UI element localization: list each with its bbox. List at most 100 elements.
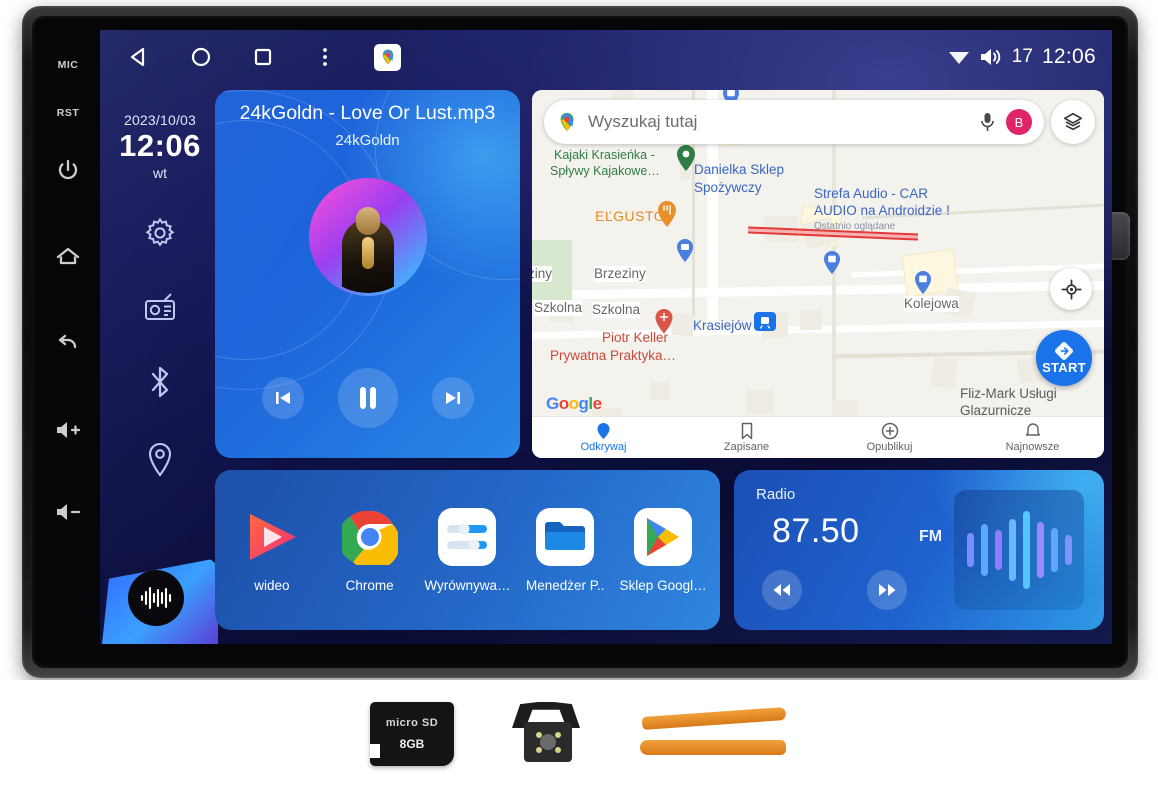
- reset-hardkey[interactable]: RST: [46, 94, 90, 132]
- map-search-bar[interactable]: Wyszukaj tutaj B: [544, 100, 1044, 144]
- statusbar-maps-shortcut[interactable]: [374, 43, 401, 71]
- mic-hardkey-label: MIC: [57, 59, 79, 71]
- app-label: Chrome: [345, 577, 394, 593]
- radio-frequency: 87.50: [772, 512, 860, 550]
- volume-down-hardkey[interactable]: [46, 490, 90, 534]
- radio-next-button[interactable]: [867, 570, 907, 610]
- map-poi-pin[interactable]: [913, 270, 933, 301]
- android-nav-buttons: [126, 30, 401, 84]
- app-shortcut-video[interactable]: wideo: [226, 508, 318, 593]
- file-manager-icon: [536, 507, 595, 566]
- statusbar-clock: 12:06: [1041, 45, 1096, 68]
- app-label: Wyrównywa…: [424, 577, 511, 593]
- mic-hardkey[interactable]: MIC: [46, 46, 90, 84]
- video-player-icon: [243, 508, 301, 566]
- apps-dock: wideo Chrome Wyrównywa… Menedżer P.. Skl…: [215, 470, 720, 630]
- bluetooth-icon: [151, 366, 169, 397]
- trim-tool: [641, 706, 787, 731]
- nav-overflow-button[interactable]: [312, 44, 338, 70]
- shop-pin-icon: [824, 251, 840, 274]
- now-playing-card[interactable]: 24kGoldn - Love Or Lust.mp3 24kGoldn: [215, 90, 520, 458]
- previous-track-button[interactable]: [261, 377, 304, 419]
- avatar[interactable]: B: [1006, 109, 1032, 135]
- google-maps-icon: [382, 49, 393, 65]
- accessories-strip: micro SD 8GB: [0, 680, 1158, 788]
- status-indicators: 17 12:06: [948, 30, 1096, 84]
- audio-waveform-icon: [140, 586, 172, 610]
- map-tab-updates[interactable]: Najnowsze: [961, 422, 1104, 453]
- map-layers-button[interactable]: [1051, 100, 1095, 144]
- next-track-button[interactable]: [431, 377, 474, 419]
- play-pause-button[interactable]: [337, 368, 398, 428]
- video-player-icon: [249, 513, 296, 560]
- map-poi-pin[interactable]: [656, 200, 678, 233]
- volume-down-icon: [57, 504, 81, 520]
- map-tab-label: Odkrywaj: [580, 441, 627, 453]
- app-shortcut-play-store[interactable]: Sklep Googl…: [617, 507, 709, 593]
- map-start-navigation-button[interactable]: START: [1036, 330, 1092, 386]
- rewind-icon: [773, 584, 790, 596]
- nav-recents-button[interactable]: [250, 44, 276, 70]
- map-search-input[interactable]: Wyszukaj tutaj: [588, 112, 979, 132]
- plus-circle-icon: [881, 422, 898, 440]
- power-hardkey[interactable]: [46, 148, 90, 192]
- pause-icon: [359, 387, 376, 409]
- map-poi-pin[interactable]: [675, 144, 697, 177]
- radio-prev-button[interactable]: [762, 570, 802, 610]
- train-icon: [759, 316, 771, 329]
- home-circle-icon: [191, 47, 211, 67]
- map-tab-label: Zapisane: [723, 441, 770, 453]
- volume-level: 17: [1011, 46, 1033, 67]
- map-poi-pin[interactable]: [822, 250, 842, 281]
- map-tab-contribute[interactable]: Opublikuj: [818, 422, 961, 453]
- sidebar-item-bluetooth[interactable]: [145, 363, 175, 406]
- restaurant-pin-icon: [658, 201, 676, 227]
- map-poi-pin[interactable]: [654, 308, 674, 341]
- map-building: [670, 312, 696, 338]
- camera-body: [524, 722, 572, 762]
- app-shortcut-chrome[interactable]: Chrome: [324, 508, 416, 593]
- camera-led: [554, 746, 561, 753]
- app-shortcut-file-manager[interactable]: Menedżer P..: [519, 507, 611, 593]
- camera-led: [554, 731, 561, 738]
- playback-controls: [215, 368, 520, 428]
- map-label: Prywatna Praktyka…: [550, 348, 677, 363]
- back-hardkey[interactable]: [46, 320, 90, 364]
- waveform-bar: [980, 524, 988, 576]
- map-card[interactable]: Kajaki Krasieńka - Spływy Kajakowe… Dani…: [532, 90, 1104, 458]
- volume-up-hardkey[interactable]: [46, 408, 90, 452]
- app-label: Sklep Googl…: [619, 577, 707, 593]
- sidebar-item-settings[interactable]: [142, 215, 178, 256]
- reversing-camera: [506, 702, 586, 766]
- back-triangle-icon: [130, 47, 145, 67]
- sidebar-item-navigation[interactable]: [143, 440, 177, 485]
- train-station-marker[interactable]: [754, 312, 776, 331]
- music-shortcut-button[interactable]: [128, 570, 184, 626]
- radio-band: FM: [919, 528, 943, 545]
- google-play-icon: [647, 517, 680, 556]
- home-hardkey[interactable]: [46, 234, 90, 278]
- nav-back-button[interactable]: [126, 44, 152, 70]
- map-poi-pin[interactable]: [675, 238, 695, 269]
- map-tab-saved[interactable]: Zapisane: [675, 422, 818, 453]
- power-icon: [58, 159, 78, 180]
- waveform-bar: [1036, 522, 1044, 578]
- map-label: Szkolna: [592, 302, 641, 318]
- radio-card[interactable]: Radio 87.50 FM: [734, 470, 1104, 630]
- sidebar-item-radio[interactable]: [142, 290, 178, 329]
- folder-icon: [545, 521, 586, 550]
- hardware-key-strip: MIC RST: [40, 24, 96, 660]
- nav-home-button[interactable]: [188, 44, 214, 70]
- map-tab-explore[interactable]: Odkrywaj: [532, 422, 675, 453]
- equalizer-icon: [438, 507, 497, 566]
- map-canvas[interactable]: Kajaki Krasieńka - Spływy Kajakowe… Dani…: [532, 90, 1104, 458]
- side-date: 2023/10/03: [123, 112, 197, 128]
- app-shortcut-equalizer[interactable]: Wyrównywa…: [421, 507, 513, 593]
- location-pin-icon: [148, 442, 172, 477]
- map-label: Fliz-Mark Usługi: [960, 386, 1057, 401]
- reset-hardkey-label: RST: [56, 107, 80, 119]
- music-shortcut-blob[interactable]: [102, 558, 218, 644]
- map-recenter-button[interactable]: [1050, 268, 1092, 310]
- microphone-icon[interactable]: [979, 111, 996, 133]
- overflow-menu-icon: [323, 48, 327, 66]
